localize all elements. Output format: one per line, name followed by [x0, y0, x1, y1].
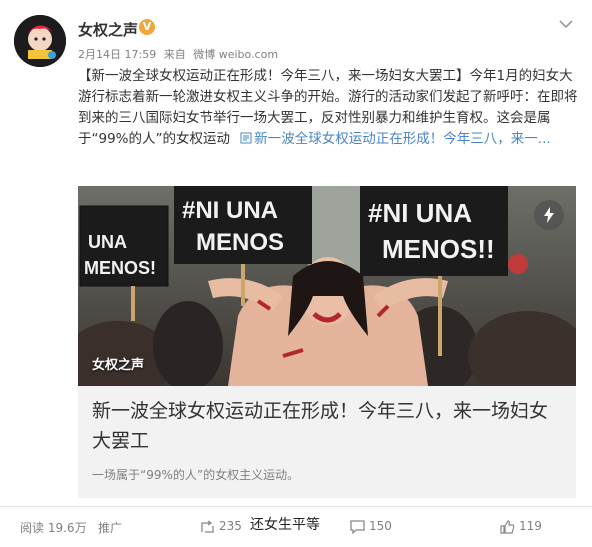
reads-value: 19.6万: [47, 521, 87, 535]
promote-button[interactable]: 推广: [98, 519, 122, 536]
svg-text:MENOS!!: MENOS!!: [382, 234, 495, 264]
post-source[interactable]: 微博 weibo.com: [193, 48, 278, 61]
comment-button[interactable]: 150: [350, 519, 392, 535]
read-count: 阅读 19.6万: [20, 519, 87, 536]
post-date[interactable]: 2月14日 17:59: [78, 48, 156, 61]
repost-count: 235: [219, 519, 242, 533]
chevron-down-icon[interactable]: [556, 14, 576, 34]
verified-icon: V: [139, 19, 155, 35]
promote-label[interactable]: 推广: [98, 521, 122, 535]
sign-text-right: #NI UNA: [368, 198, 472, 228]
article-photo[interactable]: UNA MENOS! #NI UNA MENOS #NI UNA MENOS!!…: [78, 186, 576, 386]
avatar[interactable]: [14, 15, 66, 67]
username[interactable]: 女权之声: [78, 19, 138, 40]
sign-text-center: #NI UNA: [182, 197, 278, 224]
avatar-illustration: [14, 15, 66, 67]
card-title[interactable]: 新一波全球女权运动正在形成！今年三八，来一场妇女大罢工: [92, 396, 562, 456]
watermark-caption: 还女生平等: [250, 517, 320, 533]
article-icon: [240, 132, 252, 144]
flash-button[interactable]: [534, 200, 564, 230]
like-button[interactable]: 119: [500, 519, 542, 534]
article-link[interactable]: 新一波全球女权运动正在形成！今年三八，来一...: [234, 131, 551, 147]
repost-button[interactable]: 235: [200, 519, 242, 534]
sign-text-left: UNA: [88, 232, 127, 252]
svg-text:MENOS!: MENOS!: [84, 258, 156, 278]
repost-icon: [201, 519, 214, 533]
like-count: 119: [519, 519, 542, 533]
reads-label: 阅读: [20, 521, 45, 535]
lightning-icon: [544, 207, 554, 223]
article-card[interactable]: UNA MENOS! #NI UNA MENOS #NI UNA MENOS!!…: [78, 186, 576, 498]
post-meta: 2月14日 17:59 来自 微博 weibo.com: [78, 46, 282, 62]
protest-photo: UNA MENOS! #NI UNA MENOS #NI UNA MENOS!!: [78, 186, 576, 386]
svg-text:MENOS: MENOS: [196, 229, 284, 256]
comment-icon: [350, 519, 365, 535]
post-text: 【新一波全球女权运动正在形成！今年三八，来一场妇女大罢工】今年1月的妇女大游行标…: [78, 66, 580, 150]
photo-label: 女权之声: [92, 358, 145, 373]
comment-count: 150: [369, 519, 392, 533]
source-prefix: 来自: [163, 48, 186, 61]
card-description: 一场属于“99%的人”的女权主义运动。: [92, 468, 300, 482]
article-link-text[interactable]: 新一波全球女权运动正在形成！今年三八，来一...: [254, 131, 550, 147]
thumbs-up-icon: [500, 519, 515, 534]
